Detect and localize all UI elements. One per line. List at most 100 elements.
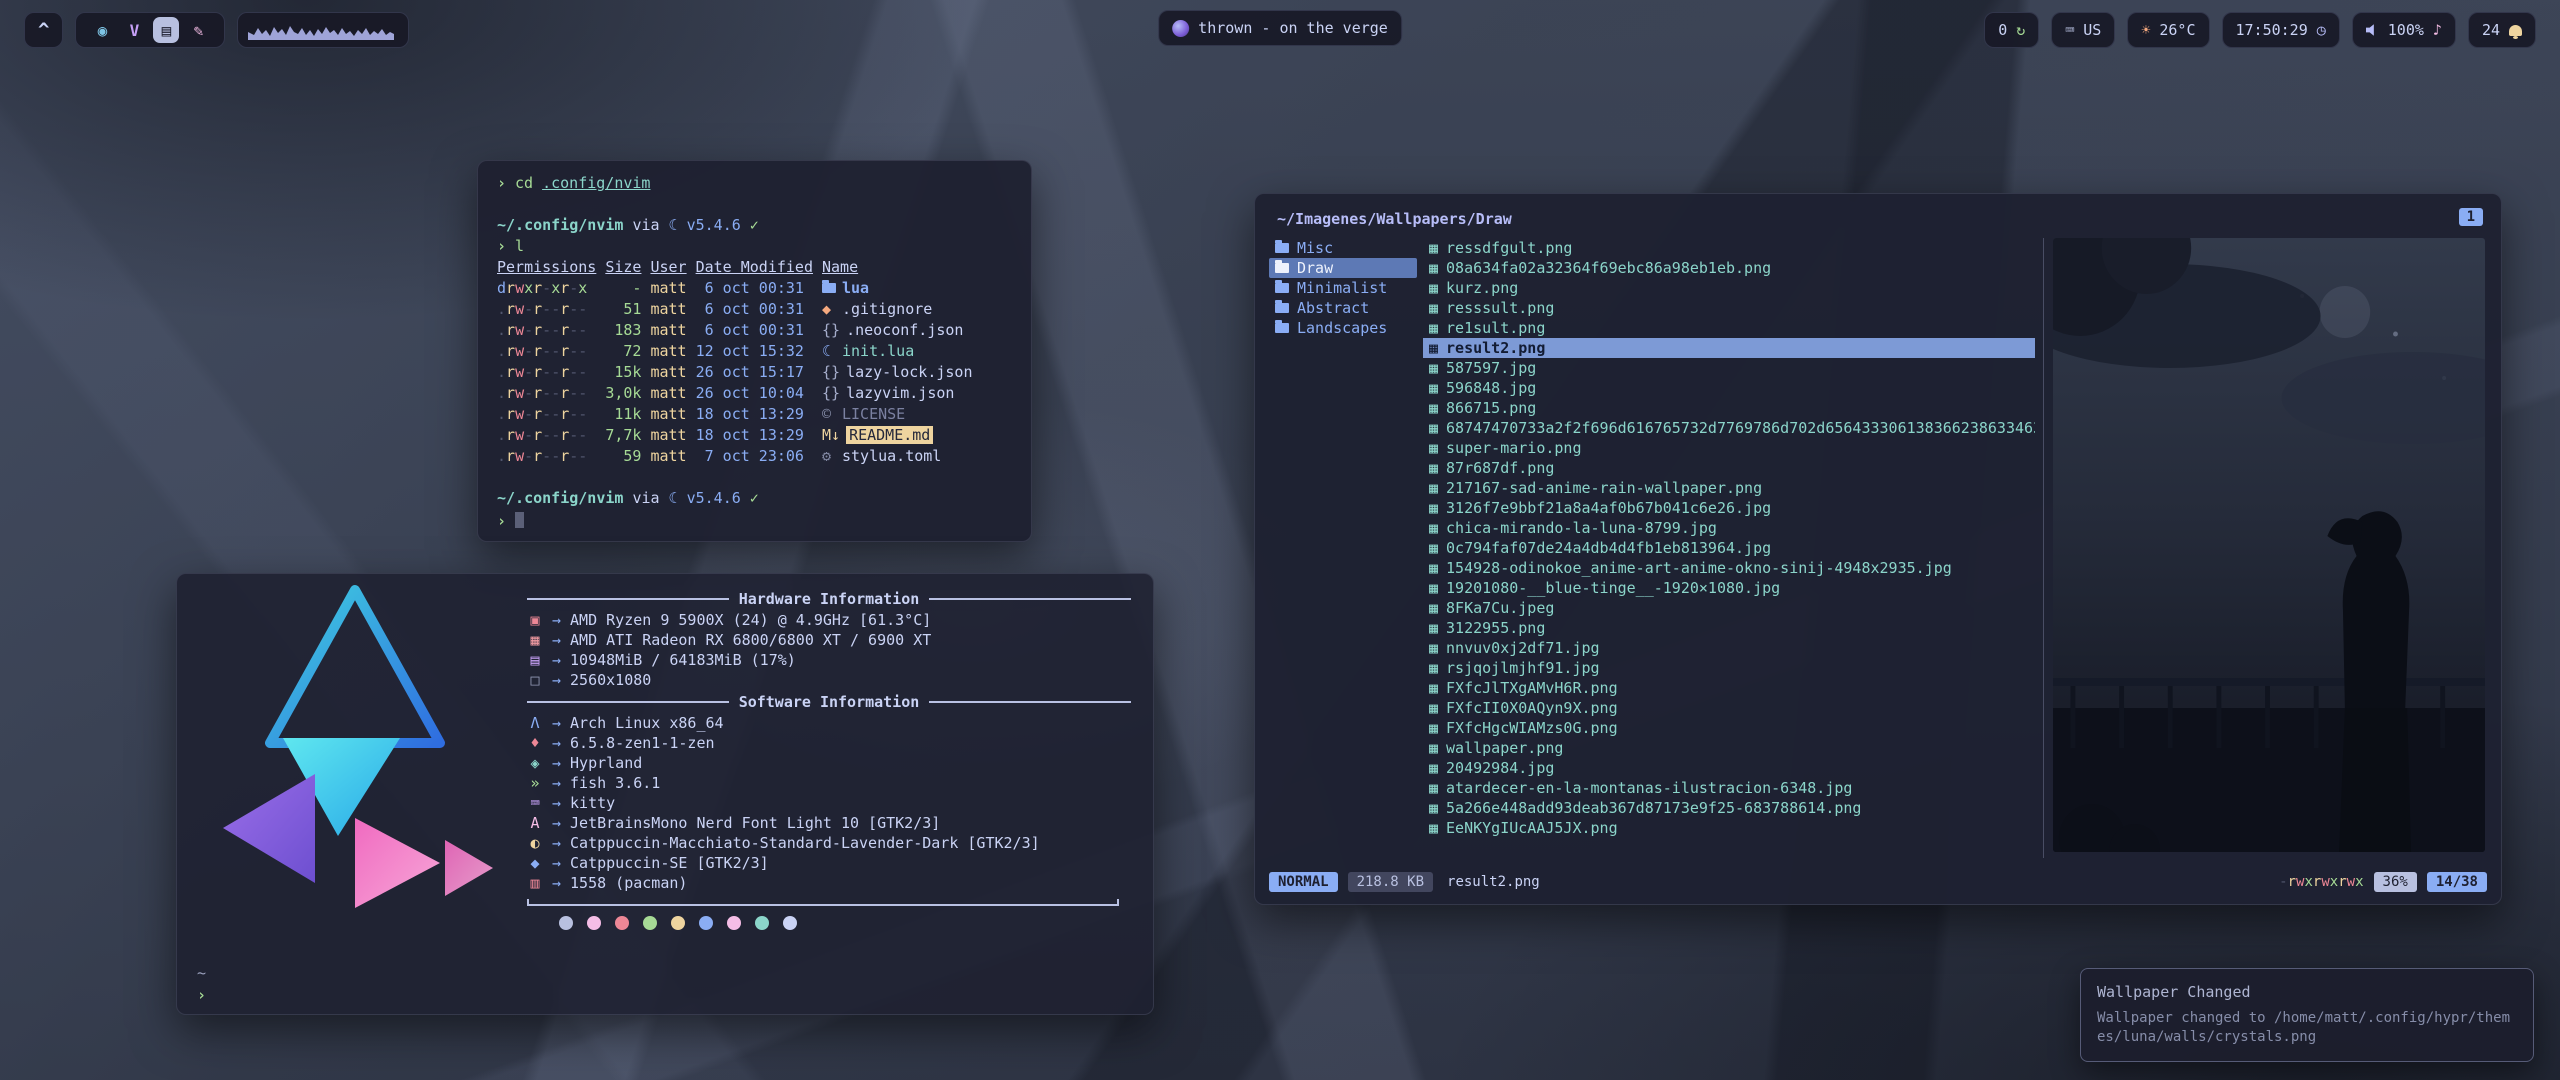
notification-popup[interactable]: Wallpaper Changed Wallpaper changed to /… bbox=[2080, 968, 2534, 1062]
arrow-icon: → bbox=[552, 754, 561, 772]
file-row[interactable]: ▦ 87r687df.png bbox=[1423, 458, 2035, 478]
image-file-icon: ▦ bbox=[1429, 259, 1438, 277]
volume-widget[interactable]: 100% ♪ bbox=[2352, 12, 2456, 48]
file-row[interactable]: ▦ atardecer-en-la-montanas-ilustracion-6… bbox=[1423, 778, 2035, 798]
waveform-icon bbox=[248, 19, 398, 41]
file-owner: matt bbox=[650, 321, 686, 339]
arrow-icon: → bbox=[552, 774, 561, 792]
permissions-text: .rw-r--r-- bbox=[497, 300, 587, 318]
file-row[interactable]: ▦ resssult.png bbox=[1423, 298, 2035, 318]
lua-icon: ☾ bbox=[669, 489, 678, 507]
directory-row[interactable]: Misc bbox=[1269, 238, 1417, 258]
prompt-via: via bbox=[632, 489, 659, 507]
pane-divider bbox=[2043, 238, 2044, 858]
keyboard-layout: US bbox=[2083, 21, 2101, 39]
file-row[interactable]: ▦ 68747470733a2f2f696d616765732d7769786d… bbox=[1423, 418, 2035, 438]
file-row[interactable]: ▦ ressdfgult.png bbox=[1423, 238, 2035, 258]
workspace-button[interactable]: ▤ bbox=[153, 17, 179, 43]
updates-widget[interactable]: 0 ↻ bbox=[1984, 12, 2039, 48]
file-row[interactable]: ▦ 866715.png bbox=[1423, 398, 2035, 418]
info-line: Λ → Arch Linux x86_64 bbox=[527, 714, 1131, 734]
info-icon: ◈ bbox=[527, 754, 543, 772]
image-file-icon: ▦ bbox=[1429, 679, 1438, 697]
file-row[interactable]: ▦ wallpaper.png bbox=[1423, 738, 2035, 758]
image-preview bbox=[2053, 238, 2485, 852]
file-name: init.lua bbox=[842, 342, 914, 360]
file-name: 596848.jpg bbox=[1446, 379, 1536, 397]
image-file-icon: ▦ bbox=[1429, 399, 1438, 417]
palette-dot bbox=[671, 916, 685, 930]
image-file-icon: ▦ bbox=[1429, 619, 1438, 637]
file-row[interactable]: ▦ 08a634fa02a32364f69ebc86a98eb1eb.png bbox=[1423, 258, 2035, 278]
info-line: □ → 2560x1080 bbox=[527, 671, 1131, 691]
file-pane: ▦ ressdfgult.png ▦ 08a634fa02a32364f69eb… bbox=[1423, 238, 2035, 838]
refresh-icon: ↻ bbox=[2016, 21, 2025, 39]
file-row[interactable]: ▦ super-mario.png bbox=[1423, 438, 2035, 458]
image-file-icon: ▦ bbox=[1429, 519, 1438, 537]
file-row[interactable]: ▦ FXfcHgcWIAMzs0G.png bbox=[1423, 718, 2035, 738]
clock-widget[interactable]: 17:50:29 ◷ bbox=[2222, 12, 2340, 48]
arrow-icon: → bbox=[552, 714, 561, 732]
directory-row[interactable]: Landscapes bbox=[1269, 318, 1417, 338]
image-file-icon: ▦ bbox=[1429, 559, 1438, 577]
file-row[interactable]: ▦ 19201080-__blue-tinge__-1920×1080.jpg bbox=[1423, 578, 2035, 598]
file-row[interactable]: ▦ EeNKYgIUcAAJ5JX.png bbox=[1423, 818, 2035, 838]
file-row[interactable]: ▦ kurz.png bbox=[1423, 278, 2035, 298]
prompt-icon: › bbox=[497, 237, 506, 255]
file-row[interactable]: ▦ 8FKa7Cu.jpeg bbox=[1423, 598, 2035, 618]
file-row[interactable]: ▦ 5a266e448add93deab367d87173e9f25-68378… bbox=[1423, 798, 2035, 818]
status-bar-right: -rwxrwxrwx 36% 14/38 bbox=[2279, 872, 2487, 892]
sun-icon: ☀ bbox=[2141, 21, 2150, 39]
listing-row: .rw-r--r-- 11k matt 18 oct 13:29 ©LICENS… bbox=[497, 405, 1012, 426]
file-name: nnvuv0xj2df71.jpg bbox=[1446, 639, 1600, 657]
info-text: AMD Ryzen 9 5900X (24) @ 4.9GHz [61.3°C] bbox=[570, 611, 931, 629]
file-row[interactable]: ▦ 587597.jpg bbox=[1423, 358, 2035, 378]
file-owner: matt bbox=[650, 405, 686, 423]
listing-row: .rw-r--r-- 72 matt 12 oct 15:32 ☾init.lu… bbox=[497, 342, 1012, 363]
file-row[interactable]: ▦ FXfcII0X0AQyn9X.png bbox=[1423, 698, 2035, 718]
file-row[interactable]: ▦ 217167-sad-anime-rain-wallpaper.png bbox=[1423, 478, 2035, 498]
directory-row[interactable]: Draw bbox=[1269, 258, 1417, 278]
scroll-progress-badge: 36% bbox=[2374, 872, 2417, 892]
file-row[interactable]: ▦ 596848.jpg bbox=[1423, 378, 2035, 398]
file-name: stylua.toml bbox=[842, 447, 941, 465]
launcher-button[interactable]: ^ bbox=[24, 12, 63, 48]
weather-widget[interactable]: ☀ 26°C bbox=[2127, 12, 2209, 48]
file-name: rsjqojlmjhf91.jpg bbox=[1446, 659, 1600, 677]
workspace-button[interactable]: V bbox=[121, 17, 147, 43]
keyboard-layout-widget[interactable]: ⌨ US bbox=[2051, 12, 2115, 48]
file-name: 87r687df.png bbox=[1446, 459, 1554, 477]
prompt-line[interactable]: › bbox=[497, 510, 1012, 531]
temperature: 26°C bbox=[2159, 21, 2195, 39]
media-widget[interactable]: thrown - on the verge bbox=[1158, 10, 1402, 46]
file-size: 183 bbox=[596, 321, 641, 339]
col-date: Date Modified bbox=[696, 258, 813, 276]
notifications-widget[interactable]: 24 bbox=[2468, 12, 2536, 48]
file-row[interactable]: ▦ re1sult.png bbox=[1423, 318, 2035, 338]
file-owner: matt bbox=[650, 300, 686, 318]
file-row[interactable]: ▦ 20492984.jpg bbox=[1423, 758, 2035, 778]
folder-icon bbox=[1275, 323, 1289, 333]
file-row[interactable]: ▦ FXfcJlTXgAMvH6R.png bbox=[1423, 678, 2035, 698]
file-row[interactable]: ▦ chica-mirando-la-luna-8799.jpg bbox=[1423, 518, 2035, 538]
info-icon: ▣ bbox=[527, 611, 543, 629]
tab-badge[interactable]: 1 bbox=[2459, 208, 2483, 226]
directory-row[interactable]: Abstract bbox=[1269, 298, 1417, 318]
workspace-button[interactable]: ✎ bbox=[185, 17, 211, 43]
file-row[interactable]: ▦ 0c794faf07de24a4db4d4fb1eb813964.jpg bbox=[1423, 538, 2035, 558]
box-border bbox=[527, 899, 1119, 906]
file-row[interactable]: ▦ result2.png bbox=[1423, 338, 2035, 358]
prompt-icon[interactable]: › bbox=[197, 986, 206, 1004]
image-file-icon: ▦ bbox=[1429, 779, 1438, 797]
file-row[interactable]: ▦ 154928-odinokoe_anime-art-anime-okno-s… bbox=[1423, 558, 2035, 578]
file-date: 7 oct 23:06 bbox=[696, 447, 813, 465]
workspace-button[interactable]: ◉ bbox=[89, 17, 115, 43]
file-row[interactable]: ▦ nnvuv0xj2df71.jpg bbox=[1423, 638, 2035, 658]
permissions-text: .rw-r--r-- bbox=[497, 321, 587, 339]
folder-icon bbox=[1275, 263, 1289, 273]
file-row[interactable]: ▦ 3126f7e9bbf21a8a4af0b67b041c6e26.jpg bbox=[1423, 498, 2035, 518]
file-row[interactable]: ▦ 3122955.png bbox=[1423, 618, 2035, 638]
notification-count: 24 bbox=[2482, 21, 2500, 39]
file-row[interactable]: ▦ rsjqojlmjhf91.jpg bbox=[1423, 658, 2035, 678]
directory-row[interactable]: Minimalist bbox=[1269, 278, 1417, 298]
